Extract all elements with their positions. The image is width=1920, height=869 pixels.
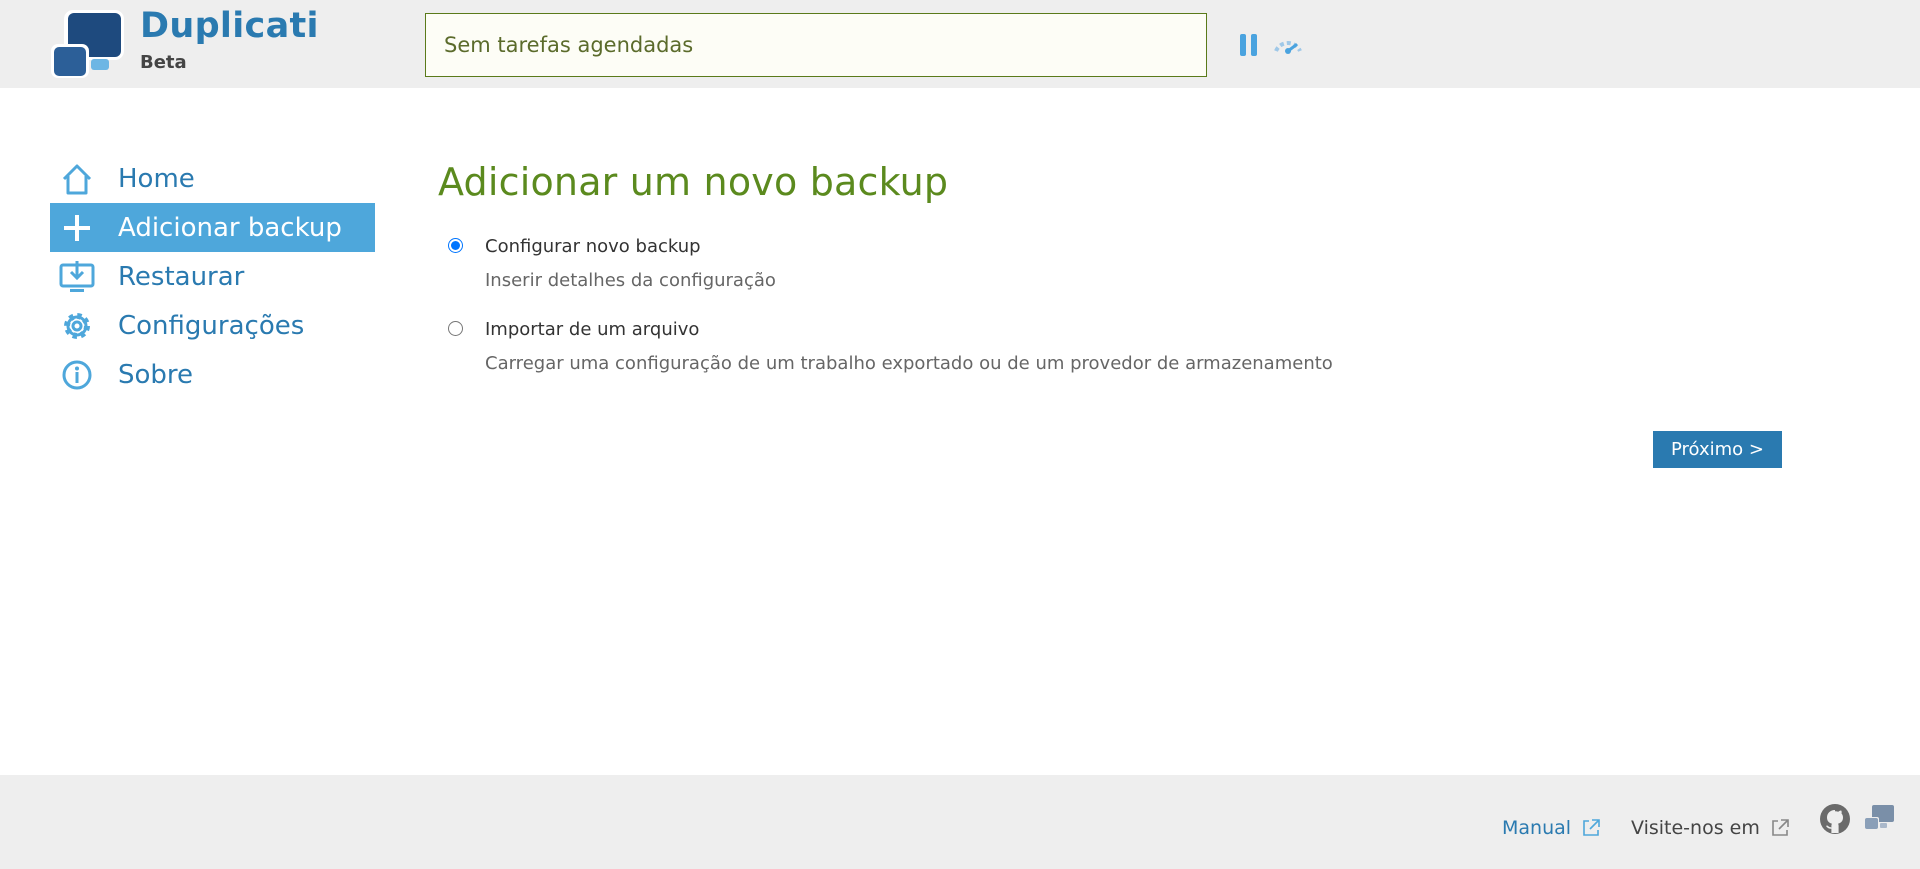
sidebar-item-label: Home	[118, 163, 195, 194]
option-title: Importar de um arquivo	[485, 319, 700, 340]
sidebar-item-about[interactable]: Sobre	[50, 350, 375, 399]
sidebar-item-label: Sobre	[118, 359, 194, 390]
throttle-icon[interactable]	[1270, 32, 1306, 56]
external-link-icon	[1583, 819, 1600, 836]
option-description: Inserir detalhes da configuração	[485, 270, 776, 291]
sidebar-item-restore[interactable]: Restaurar	[50, 252, 375, 301]
import-file-radio[interactable]	[448, 321, 463, 336]
info-icon	[58, 356, 96, 394]
option-title: Configurar novo backup	[485, 236, 701, 257]
gear-icon	[58, 307, 96, 345]
option-description: Carregar uma configuração de um trabalho…	[485, 353, 1333, 374]
sidebar-item-label: Adicionar backup	[118, 212, 342, 243]
duplicati-footer-icon[interactable]	[1863, 803, 1895, 833]
restore-icon	[58, 258, 96, 296]
status-bar[interactable]: Sem tarefas agendadas	[425, 13, 1207, 77]
next-button[interactable]: Próximo >	[1653, 431, 1782, 468]
top-bar: Duplicati Beta Sem tarefas agendadas	[0, 0, 1920, 88]
sidebar-item-add-backup[interactable]: Adicionar backup	[50, 203, 375, 252]
app-edition: Beta	[140, 52, 187, 73]
sidebar-item-home[interactable]: Home	[50, 154, 375, 203]
new-backup-radio[interactable]	[448, 238, 463, 253]
main-content: Adicionar um novo backup Configurar novo…	[438, 160, 1783, 389]
sidebar-item-label: Configurações	[118, 310, 305, 341]
sidebar-nav: Home Adicionar backup Restaurar Configur…	[50, 154, 375, 399]
app-name: Duplicati	[140, 6, 319, 46]
sidebar-item-label: Restaurar	[118, 261, 245, 292]
sidebar-item-settings[interactable]: Configurações	[50, 301, 375, 350]
plus-icon	[58, 209, 96, 247]
option-import-file: Importar de um arquivo Carregar uma conf…	[448, 319, 1783, 389]
manual-link[interactable]: Manual	[1502, 817, 1601, 839]
visit-us-label: Visite-nos em	[1631, 817, 1760, 839]
duplicati-logo-icon	[51, 10, 124, 78]
visit-us-link[interactable]: Visite-nos em	[1631, 817, 1790, 839]
manual-link-label: Manual	[1502, 817, 1572, 839]
external-link-icon	[1772, 819, 1789, 836]
page-title: Adicionar um novo backup	[438, 160, 949, 204]
footer: Manual Visite-nos em	[0, 775, 1920, 869]
option-new-backup: Configurar novo backup Inserir detalhes …	[448, 236, 1783, 306]
home-icon	[58, 160, 96, 198]
pause-icon[interactable]	[1240, 34, 1258, 56]
github-icon[interactable]	[1819, 803, 1851, 835]
